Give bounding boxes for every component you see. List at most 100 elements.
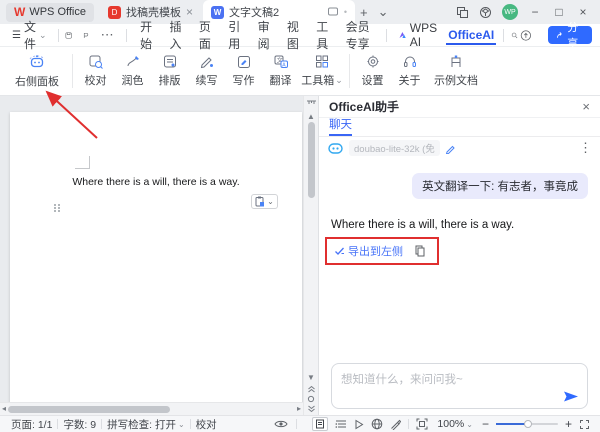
document-text[interactable]: Where there is a will, there is a way. xyxy=(10,176,302,188)
zoom-slider[interactable] xyxy=(496,423,558,425)
chevron-down-icon: ⌄ xyxy=(39,30,47,41)
right-panel-button[interactable]: 右侧面板 xyxy=(6,49,68,93)
file-menu[interactable]: ☰ 文件 ⌄ xyxy=(8,18,51,52)
wps-logo-icon: W xyxy=(14,5,25,19)
chat-input-box[interactable] xyxy=(331,363,588,409)
device-sync-icon[interactable] xyxy=(327,6,339,18)
export-to-left-link[interactable]: 导出到左侧 xyxy=(334,243,403,259)
toolbox-button[interactable]: 工具箱⌄ xyxy=(299,49,345,93)
unsaved-dot-icon: • xyxy=(344,7,347,17)
word-count[interactable]: 字数: 9 xyxy=(58,417,101,432)
zoom-out-button[interactable]: − xyxy=(482,417,489,431)
tab-close-icon[interactable]: × xyxy=(186,5,193,19)
document-page[interactable]: Where there is a will, there is a way. ⌄ xyxy=(10,112,302,408)
next-page-icon[interactable] xyxy=(307,405,316,413)
cube-icon[interactable] xyxy=(479,6,492,19)
writing-button[interactable]: 写作 xyxy=(225,49,262,93)
user-avatar[interactable]: WP xyxy=(502,4,518,20)
page-view-button[interactable] xyxy=(312,417,328,431)
file-menu-label: 文件 xyxy=(24,18,36,52)
about-button[interactable]: 关于 xyxy=(391,49,428,93)
cloud-upload-icon[interactable] xyxy=(520,28,532,43)
web-layout-icon[interactable] xyxy=(371,418,383,430)
copy-icon[interactable] xyxy=(415,245,425,257)
ai-message-text: Where there is a will, there is a way. xyxy=(331,219,588,231)
sample-doc-button[interactable]: 示例文档 xyxy=(428,49,484,93)
send-icon[interactable] xyxy=(563,390,579,403)
search-icon[interactable] xyxy=(511,29,518,42)
panel-title: OfficeAI助手 xyxy=(329,98,399,115)
print-icon[interactable] xyxy=(82,29,89,42)
scroll-right-icon[interactable]: ▸ xyxy=(297,404,301,413)
statusbar: 页面: 1/1 字数: 9 拼写检查: 打开 ⌄ 校对 100% ⌄ − + xyxy=(0,415,600,432)
edit-model-icon[interactable] xyxy=(445,143,456,154)
polish-icon xyxy=(125,54,141,69)
settings-label: 设置 xyxy=(362,72,384,88)
outline-view-icon[interactable] xyxy=(335,419,347,429)
ruler-toggle-icon[interactable] xyxy=(306,99,317,108)
menu-officeai-active[interactable]: OfficeAI xyxy=(446,26,496,45)
panel-menu-icon[interactable]: ⋮ xyxy=(579,140,592,156)
previous-page-icon[interactable] xyxy=(307,385,316,393)
horizontal-scrollbar[interactable]: ◂ ▸ xyxy=(0,402,303,415)
fit-page-icon[interactable] xyxy=(416,418,428,430)
zoom-level-label: 100% xyxy=(437,418,464,430)
vertical-scroll-thumb[interactable] xyxy=(308,122,315,198)
wps-ai-logo-icon xyxy=(398,29,407,41)
horizontal-scroll-thumb[interactable] xyxy=(8,406,170,413)
spellcheck-status[interactable]: 拼写检查: 打开 ⌄ xyxy=(102,417,190,432)
zoom-slider-knob[interactable] xyxy=(524,420,532,428)
share-button[interactable]: 分享 xyxy=(548,26,592,44)
continue-writing-label: 续写 xyxy=(196,72,218,88)
model-name[interactable]: doubao-lite-32k (免 xyxy=(349,140,440,156)
vertical-scrollbar[interactable]: ▲ ▼ xyxy=(303,96,318,415)
menu-tools[interactable]: 工具 xyxy=(309,18,336,52)
menu-view[interactable]: 视图 xyxy=(280,18,307,52)
menu-reference[interactable]: 引用 xyxy=(221,18,248,52)
wps-ai-menu[interactable]: WPS AI xyxy=(394,21,444,49)
menu-page[interactable]: 页面 xyxy=(192,18,219,52)
margin-corner-mark xyxy=(75,156,90,169)
scroll-down-icon[interactable]: ▼ xyxy=(307,373,315,383)
translate-button[interactable]: 文A 翻译 xyxy=(262,49,299,93)
wps-ai-label: WPS AI xyxy=(410,21,441,49)
page-count[interactable]: 页面: 1/1 xyxy=(6,417,57,432)
continue-writing-button[interactable]: 续写 xyxy=(188,49,225,93)
chat-input[interactable] xyxy=(332,364,587,408)
export-label: 导出到左侧 xyxy=(348,243,403,259)
proofread-button[interactable]: 校对 xyxy=(77,49,114,93)
zoom-in-button[interactable]: + xyxy=(565,417,572,431)
select-browse-object-icon[interactable] xyxy=(307,395,315,403)
close-window-button[interactable]: × xyxy=(576,5,590,19)
sample-doc-icon xyxy=(448,54,464,69)
read-mode-icon[interactable] xyxy=(354,419,364,430)
menu-review[interactable]: 审阅 xyxy=(251,18,278,52)
ink-pen-icon[interactable] xyxy=(390,419,401,430)
zoom-level[interactable]: 100% ⌄ xyxy=(435,418,475,430)
menubar: ☰ 文件 ⌄ ⋯ 开始 插入 页面 引用 审阅 视图 工具 会员专享 WPS A… xyxy=(0,24,600,47)
scroll-left-icon[interactable]: ◂ xyxy=(2,404,6,413)
typeset-button[interactable]: 排版 xyxy=(151,49,188,93)
fullscreen-icon[interactable] xyxy=(579,419,590,430)
polish-button[interactable]: 润色 xyxy=(114,49,151,93)
spellcheck-label: 拼写检查: 打开 xyxy=(107,417,176,432)
tab-chat[interactable]: 聊天 xyxy=(329,116,352,136)
officeai-assistant-panel: OfficeAI助手 × 聊天 doubao-lite-32k (免 ⋮ 英文翻… xyxy=(318,96,600,415)
eye-icon[interactable] xyxy=(274,419,288,429)
proofread-status[interactable]: 校对 xyxy=(191,417,222,432)
headset-icon xyxy=(402,54,418,69)
workspace-icon[interactable] xyxy=(456,6,469,19)
more-tools-icon[interactable]: ⋯ xyxy=(96,27,119,43)
menu-membership[interactable]: 会员专享 xyxy=(339,18,380,52)
settings-button[interactable]: 设置 xyxy=(354,49,391,93)
save-icon[interactable] xyxy=(65,29,72,42)
maximize-button[interactable]: □ xyxy=(552,5,566,19)
paste-options-button[interactable]: ⌄ xyxy=(251,194,278,209)
menu-insert[interactable]: 插入 xyxy=(162,18,189,52)
panel-close-icon[interactable]: × xyxy=(582,99,590,114)
scroll-up-icon[interactable]: ▲ xyxy=(307,112,315,122)
menu-home[interactable]: 开始 xyxy=(133,18,160,52)
paragraph-drag-handle[interactable] xyxy=(54,204,61,212)
minimize-button[interactable]: − xyxy=(528,5,542,19)
officeai-ribbon: 右侧面板 校对 润色 排版 续写 写作 文A 翻译 工具箱⌄ 设置 关于 示例文… xyxy=(0,47,600,96)
